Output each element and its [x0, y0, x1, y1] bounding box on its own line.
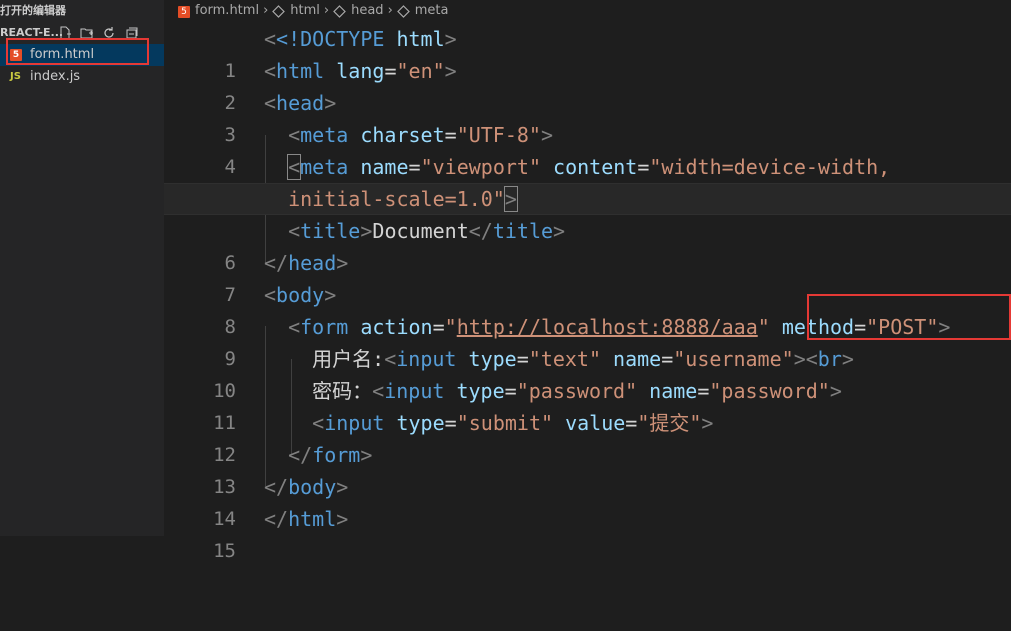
breadcrumb-item-file[interactable]: form.html — [195, 0, 259, 22]
chevron-right-icon: › — [387, 3, 393, 18]
chevron-right-icon: › — [263, 3, 269, 18]
code-line[interactable]: 10 用户名:<input type="text" name="username… — [164, 343, 1011, 402]
breadcrumb-item-html[interactable]: html — [290, 0, 320, 22]
html5-icon: 5 — [178, 0, 190, 22]
code-line[interactable]: 12 <input type="submit" value="提交"> — [164, 407, 1011, 466]
code-line[interactable]: 4 <meta charset="UTF-8"> — [164, 119, 1011, 178]
code-line[interactable]: 14 </body> — [164, 471, 1011, 530]
element-tag-icon — [272, 4, 286, 18]
action-url: http://localhost:8888/aaa — [456, 315, 758, 339]
code-line[interactable]: 13 </form> — [164, 439, 1011, 498]
open-editors-header[interactable]: 打开的编辑器 — [0, 2, 164, 20]
highlight-box-file — [6, 38, 149, 65]
code-line[interactable]: 11 密码：<input type="password" name="passw… — [164, 375, 1011, 434]
javascript-icon: JS — [10, 71, 21, 82]
highlight-box-method — [807, 294, 1011, 340]
code-line[interactable]: 5 <meta name="viewport" content="width=d… — [164, 151, 1011, 210]
file-name: index.js — [30, 69, 81, 84]
code-line[interactable]: 2 <html lang="en"> — [164, 55, 1011, 114]
element-tag-icon — [333, 4, 346, 18]
code-line[interactable]: 6 <title>Document</title> — [164, 215, 1011, 274]
breadcrumb-item-head[interactable]: head — [351, 0, 383, 22]
element-tag-icon — [396, 4, 410, 18]
code-editor[interactable]: 1 <<!DOCTYPE html> 2 <html lang="en"> 3 … — [164, 22, 1011, 562]
code-line[interactable]: 1 <<!DOCTYPE html> — [164, 23, 1011, 82]
code-line[interactable]: 7 </head> — [164, 247, 1011, 306]
file-item-index-js[interactable]: JS index.js — [0, 66, 164, 88]
chevron-right-icon: › — [323, 3, 330, 18]
code-line[interactable]: 15 </html> — [164, 503, 1011, 562]
explorer-sidebar: 打开的编辑器 REACT-E... 5 form.html JS index.j… — [0, 0, 164, 536]
line-number: 15 — [213, 540, 236, 562]
code-line[interactable]: 3 <head> — [164, 87, 1011, 146]
breadcrumb: 5 form.html › html › head › meta — [178, 0, 449, 22]
breadcrumb-item-meta[interactable]: meta — [415, 0, 449, 22]
code-line-wrapped[interactable]: initial-scale=1.0"> — [164, 183, 1011, 215]
